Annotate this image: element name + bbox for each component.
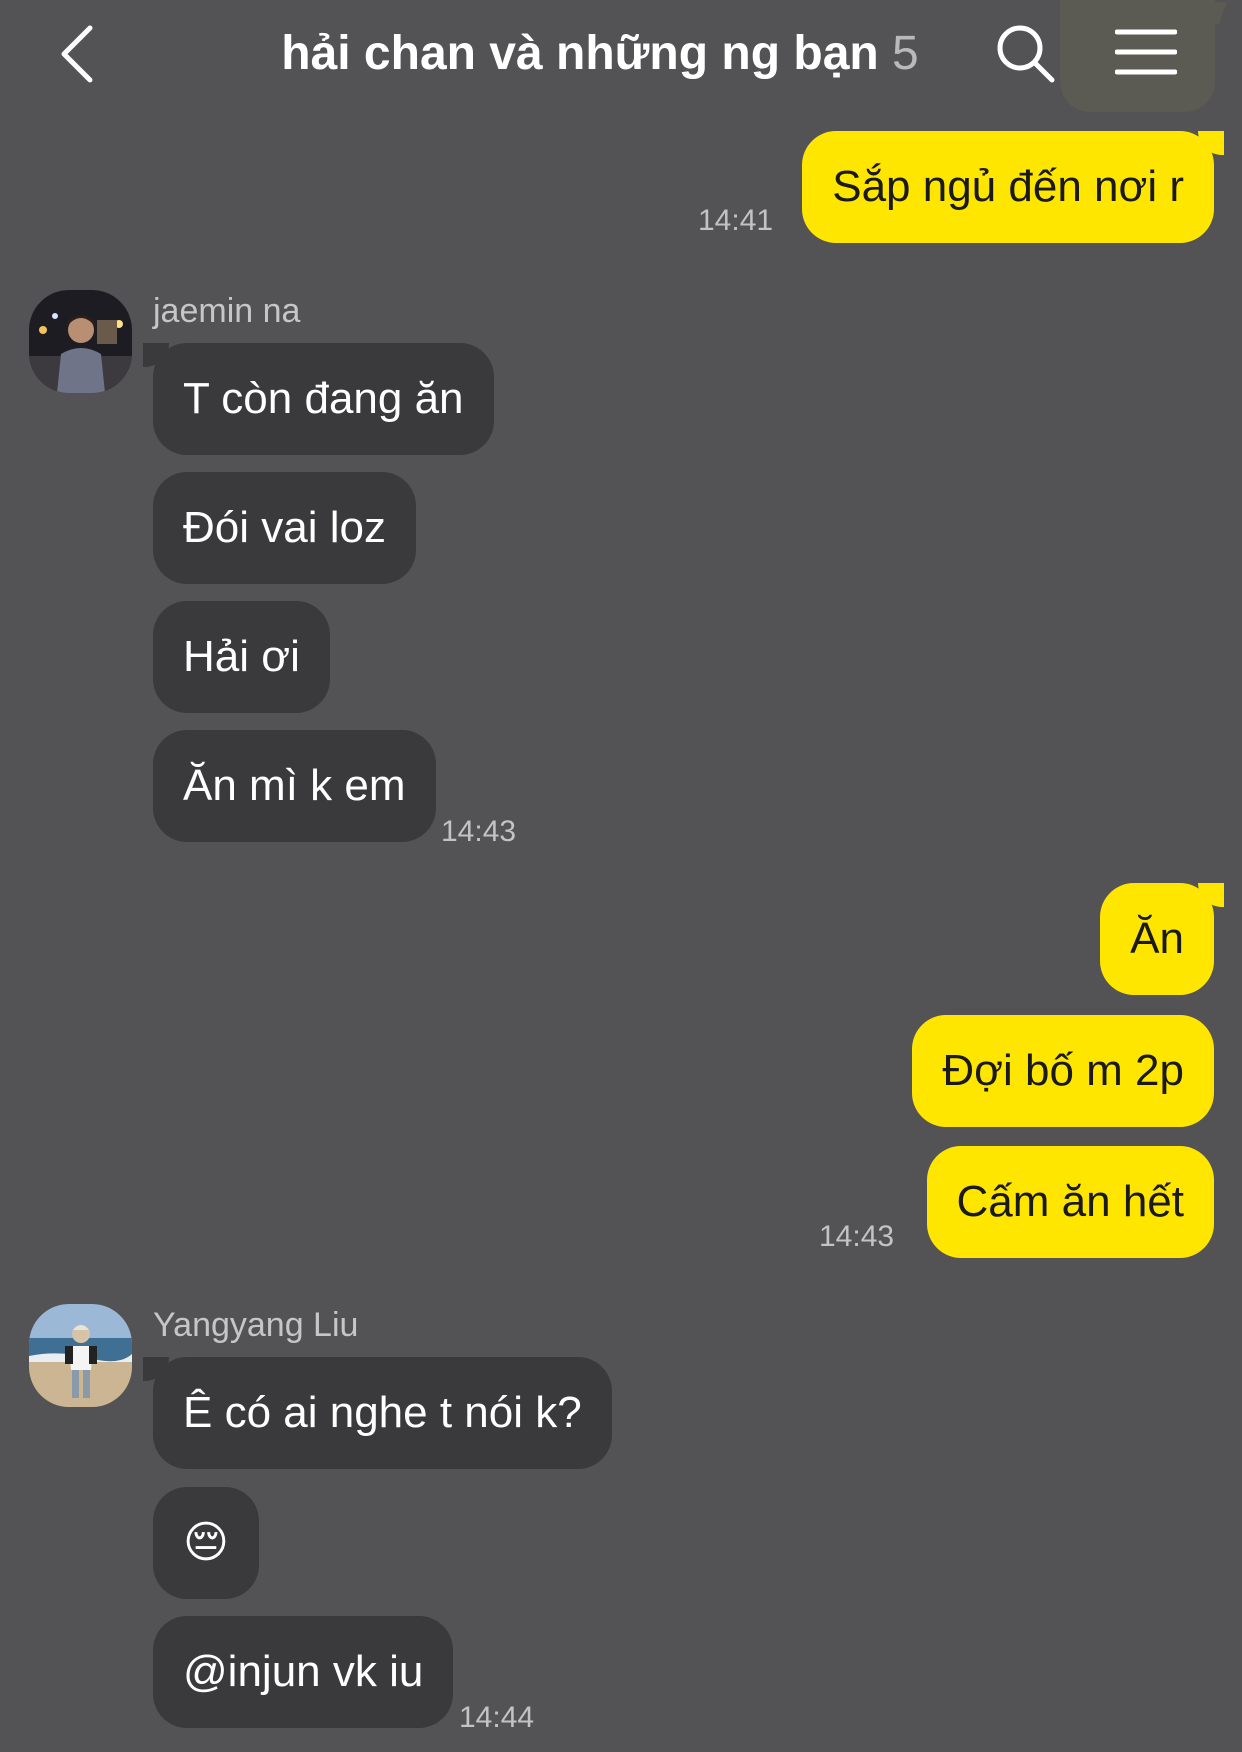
sender-name: Yangyang Liu [153, 1306, 359, 1344]
chevron-left-icon [61, 25, 93, 83]
sender-name: jaemin na [153, 292, 301, 330]
search-button[interactable] [994, 22, 1060, 88]
my-message-bubble[interactable]: Cấm ăn hết [926, 1146, 1214, 1258]
their-message-bubble[interactable]: Ăn mì k em [153, 730, 436, 842]
avatar-jaemin-na[interactable] [29, 290, 132, 393]
back-button[interactable] [56, 22, 116, 86]
my-message-bubble[interactable]: Sắp ngủ đến nơi r [802, 131, 1224, 243]
member-count: 5 [892, 27, 919, 80]
chat-title: hải chan và những ng bạn 5 [240, 24, 960, 84]
message-time: 14:41 [698, 204, 774, 237]
user-photo-icon [29, 290, 132, 393]
their-message-bubble[interactable]: Ê có ai nghe t nói k? [143, 1357, 612, 1469]
search-icon [997, 25, 1055, 83]
their-message-bubble[interactable]: 😔 [153, 1487, 259, 1599]
their-message-bubble[interactable]: T còn đang ăn [143, 343, 494, 455]
message-time: 14:43 [819, 1220, 895, 1253]
their-message-bubble[interactable]: @injun vk iu [153, 1616, 454, 1728]
their-message-bubble[interactable]: Đói vai loz [153, 472, 416, 584]
message-time: 14:44 [459, 1701, 535, 1734]
my-message-bubble[interactable]: Ăn [1100, 883, 1224, 995]
my-message-bubble[interactable]: Đợi bố m 2p [912, 1015, 1214, 1127]
menu-button[interactable] [1114, 28, 1178, 78]
chat-title-text: hải chan và những ng bạn [281, 27, 879, 80]
their-message-bubble[interactable]: Hải ơi [153, 601, 330, 713]
hamburger-menu-icon [1114, 29, 1178, 75]
user-photo-icon [29, 1304, 132, 1407]
message-time: 14:43 [441, 815, 517, 848]
avatar-yangyang-liu[interactable] [29, 1304, 132, 1407]
chat-header: hải chan và những ng bạn 5 [0, 0, 1242, 112]
